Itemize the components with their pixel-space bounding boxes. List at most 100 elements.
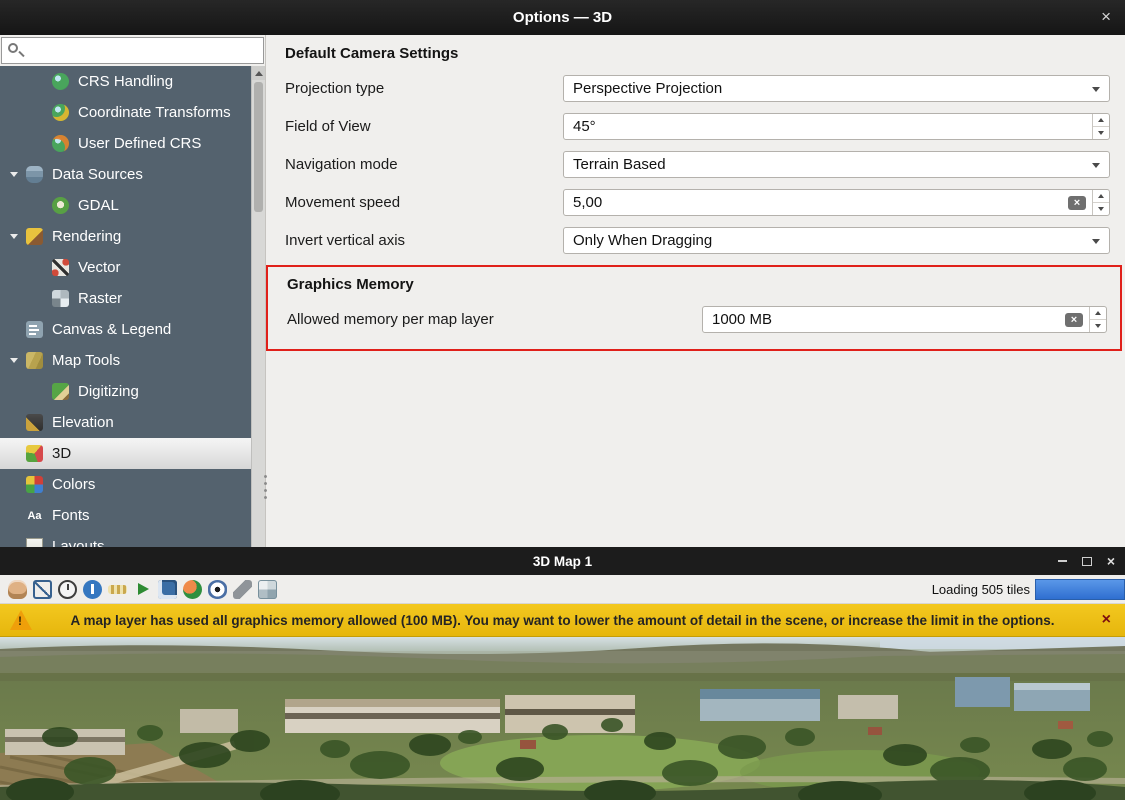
measure-line-icon[interactable] [108, 580, 127, 599]
graphics-memory-title: Graphics Memory [287, 276, 1120, 293]
sidebar-item-vector[interactable]: Vector [0, 252, 251, 283]
options-title: Options — 3D [513, 9, 612, 26]
spin-down-icon[interactable] [1093, 203, 1109, 215]
sidebar-item-canvas-legend[interactable]: Canvas & Legend [0, 314, 251, 345]
scrollbar-thumb[interactable] [254, 82, 263, 212]
export-scene-icon[interactable] [183, 580, 202, 599]
spin-down-icon[interactable] [1090, 320, 1106, 332]
sidebar-item-data-sources[interactable]: Data Sources [0, 159, 251, 190]
maximize-icon[interactable] [1082, 557, 1092, 566]
map-export-icon[interactable] [258, 580, 277, 599]
allowed-memory-spinbox[interactable]: 1000 MB × [702, 306, 1107, 333]
field-value: Only When Dragging [573, 232, 712, 249]
sidebar-item-fonts[interactable]: AaFonts [0, 500, 251, 531]
spin-up-icon[interactable] [1093, 114, 1109, 127]
zoom-full-icon[interactable] [33, 580, 52, 599]
projection-type-combo[interactable]: Perspective Projection [563, 75, 1110, 102]
sidebar-item-label: CRS Handling [78, 73, 173, 90]
raster-icon [52, 290, 69, 307]
dropdown-arrow-icon [1092, 163, 1100, 168]
3d-map-view[interactable] [0, 637, 1125, 800]
sidebar-item-gdal[interactable]: GDAL [0, 190, 251, 221]
spin-up-icon[interactable] [1090, 307, 1106, 320]
camera-pan-icon[interactable] [8, 580, 27, 599]
sidebar-item-label: Layouts [52, 538, 105, 547]
invert-vertical-axis-combo[interactable]: Only When Dragging [563, 227, 1110, 254]
identify-icon[interactable] [83, 580, 102, 599]
sidebar-item-coordinate-transforms[interactable]: Coordinate Transforms [0, 97, 251, 128]
toolbar-icons [5, 580, 280, 599]
expand-arrow-icon[interactable] [10, 234, 26, 239]
graphics-memory-highlight: Graphics Memory Allowed memory per map l… [266, 265, 1122, 351]
camera-settings-title: Default Camera Settings [285, 45, 1125, 62]
field-of-view-spinbox[interactable]: 45° [563, 113, 1110, 140]
sidebar-item-raster[interactable]: Raster [0, 283, 251, 314]
field-label: Projection type [285, 80, 563, 97]
save-image-icon[interactable] [158, 580, 177, 599]
search-icon [8, 43, 18, 53]
spin-down-icon[interactable] [1093, 127, 1109, 139]
sidebar-item-map-tools[interactable]: Map Tools [0, 345, 251, 376]
warning-icon: ! [9, 609, 35, 631]
sidebar-list: CRS Handling Coordinate TransformsUser De… [0, 66, 251, 547]
warning-bar: ! A map layer has used all graphics memo… [0, 604, 1125, 637]
visibility-icon[interactable] [208, 580, 227, 599]
field-row: Projection typePerspective Projection [285, 75, 1110, 102]
map-toolbar: Loading 505 tiles [0, 575, 1125, 604]
dropdown-arrow-icon [1092, 87, 1100, 92]
settings-content: Default Camera Settings Projection typeP… [265, 35, 1125, 547]
panel-splitter-handle[interactable] [263, 473, 268, 499]
map-window: 3D Map 1 × Loading 505 tiles ! A map lay… [0, 547, 1125, 800]
colors-icon [26, 476, 43, 493]
sidebar-item-label: Map Tools [52, 352, 120, 369]
play-animation-icon[interactable] [133, 580, 152, 599]
search-input[interactable] [1, 37, 264, 64]
sidebar-item-crs-handling[interactable]: CRS Handling [0, 66, 251, 97]
warning-close-icon[interactable]: × [1102, 610, 1111, 629]
close-icon[interactable]: × [1101, 7, 1111, 27]
warning-message: A map layer has used all graphics memory… [0, 613, 1125, 628]
movement-speed-spinbox[interactable]: 5,00 × [563, 189, 1110, 216]
expand-arrow-icon[interactable] [10, 358, 26, 363]
sidebar-item-colors[interactable]: Colors [0, 469, 251, 500]
data-sources-icon [26, 166, 43, 183]
spin-buttons [1089, 307, 1106, 332]
field-value: 1000 MB [712, 311, 772, 328]
field-row: Navigation modeTerrain Based [285, 151, 1110, 178]
clear-field-icon[interactable]: × [1065, 313, 1083, 327]
sidebar-item-label: Data Sources [52, 166, 143, 183]
sidebar-item-user-defined-crs[interactable]: User Defined CRS [0, 128, 251, 159]
map-titlebar[interactable]: 3D Map 1 × [0, 547, 1125, 575]
screen: Options — 3D × CRS Handling Coordinate Tr… [0, 0, 1125, 800]
layouts-icon [26, 538, 43, 547]
loading-status: Loading 505 tiles [932, 582, 1035, 597]
sidebar-item-label: Colors [52, 476, 95, 493]
field-label: Navigation mode [285, 156, 563, 173]
minimize-icon[interactable] [1058, 560, 1067, 562]
sidebar-item-digitizing[interactable]: Digitizing [0, 376, 251, 407]
clear-field-icon[interactable]: × [1068, 196, 1086, 210]
sidebar-item-layouts[interactable]: Layouts [0, 531, 251, 547]
sidebar-item-elevation[interactable]: Elevation [0, 407, 251, 438]
scroll-up-icon[interactable] [252, 66, 265, 80]
close-icon[interactable]: × [1107, 554, 1115, 568]
options-dialog-body: CRS Handling Coordinate TransformsUser De… [0, 35, 1125, 547]
sidebar-item-label: 3D [52, 445, 71, 462]
sidebar-item-rendering[interactable]: Rendering [0, 221, 251, 252]
crs-globe-icon [52, 73, 69, 90]
sidebar-item-label: Elevation [52, 414, 114, 431]
expand-arrow-icon[interactable] [10, 172, 26, 177]
field-row: Field of View45° [285, 113, 1110, 140]
sidebar-item-3d[interactable]: 3D [0, 438, 251, 469]
sidebar-item-label: GDAL [78, 197, 119, 214]
configure-icon[interactable] [233, 580, 252, 599]
options-titlebar[interactable]: Options — 3D × [0, 0, 1125, 35]
animation-timer-icon[interactable] [58, 580, 77, 599]
settings-sidebar: CRS Handling Coordinate TransformsUser De… [0, 35, 265, 547]
navigation-mode-combo[interactable]: Terrain Based [563, 151, 1110, 178]
dropdown-arrow-icon [1092, 239, 1100, 244]
sidebar-item-label: Fonts [52, 507, 90, 524]
field-value: 5,00 [573, 194, 602, 211]
spin-up-icon[interactable] [1093, 190, 1109, 203]
three-d-icon [26, 445, 43, 462]
